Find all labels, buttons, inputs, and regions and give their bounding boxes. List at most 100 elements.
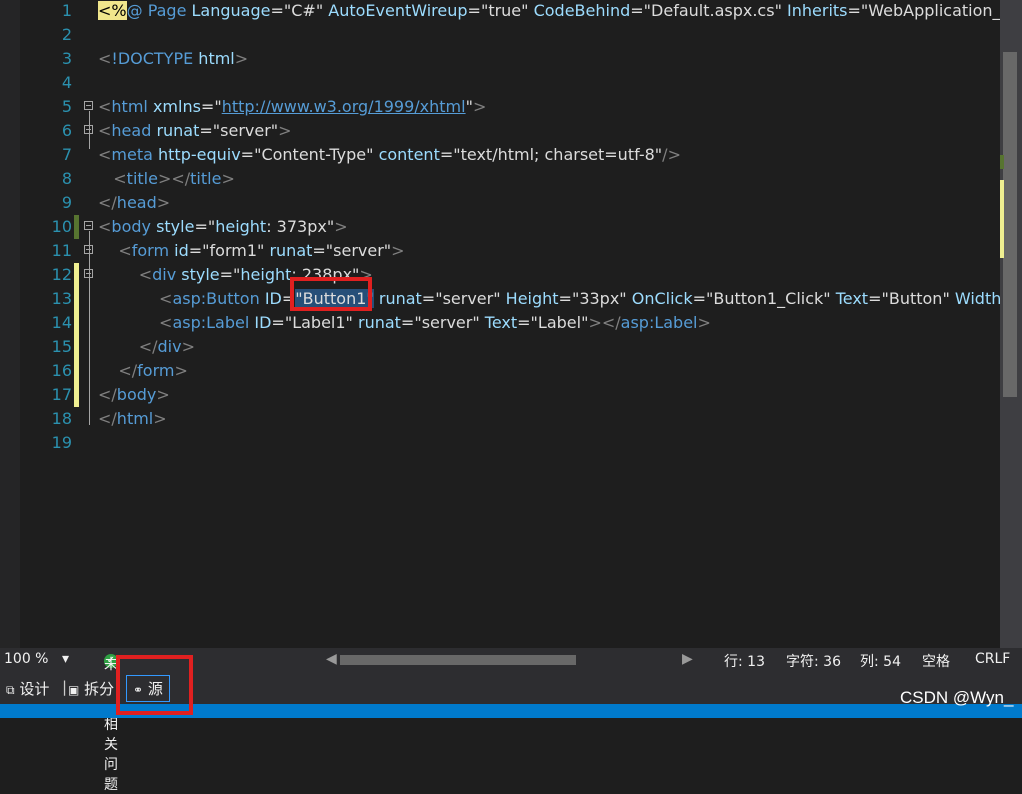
code-line[interactable]: 1 <%@ Page Language="C#" AutoEventWireup=…	[0, 0, 1000, 23]
code-line[interactable]: 11 <form id="form1" runat="server">	[0, 239, 1000, 263]
code-token: ="Label1"	[271, 313, 358, 332]
code-token: body	[111, 217, 157, 236]
code-token: </	[98, 409, 117, 428]
code-token: runat	[156, 121, 200, 140]
line-number: 13	[51, 289, 72, 308]
scroll-left-icon[interactable]: ◀	[326, 651, 337, 667]
code-line[interactable]: 3 <!DOCTYPE html>	[0, 47, 1000, 71]
fold-guide	[89, 279, 90, 353]
design-tab-label: 设计	[19, 680, 50, 698]
line-number: 11	[51, 241, 72, 260]
line-number: 19	[51, 433, 72, 452]
vertical-scroll-thumb[interactable]	[1003, 52, 1017, 397]
line-number: 3	[61, 49, 72, 68]
code-token: runat	[269, 241, 313, 260]
code-token: title	[126, 169, 158, 188]
horizontal-scrollbar[interactable]	[340, 655, 670, 665]
code-text[interactable]: <asp:Button ID="Button1" runat="server" …	[98, 287, 1000, 311]
collapse-icon[interactable]	[84, 221, 93, 230]
code-text[interactable]: <title></title>	[98, 167, 235, 191]
code-token: ="	[200, 97, 222, 116]
zoom-dropdown[interactable]: ▾	[62, 651, 69, 667]
split-tab[interactable]: ▣ 拆分	[68, 678, 114, 699]
code-text[interactable]: </head>	[98, 191, 170, 215]
scroll-right-icon[interactable]: ▶	[682, 651, 693, 667]
code-token: >	[278, 121, 292, 140]
line-ending-indicator[interactable]: CRLF	[975, 651, 1010, 667]
code-token: div	[152, 265, 182, 284]
scrollbar-change-mark	[1000, 180, 1004, 258]
code-token: ="33px"	[558, 289, 632, 308]
line-number: 16	[51, 361, 72, 380]
code-token: height	[215, 217, 267, 236]
code-line[interactable]: 10 <body style="height: 373px">	[0, 215, 1000, 239]
zoom-level[interactable]: 100 %	[4, 651, 48, 667]
code-line[interactable]: 13 <asp:Button ID="Button1" runat="serve…	[0, 287, 1000, 311]
code-token: =	[630, 1, 644, 20]
code-token: ID	[254, 313, 272, 332]
code-text[interactable]: </form>	[98, 359, 188, 383]
code-line[interactable]: 4	[0, 71, 1000, 95]
code-line[interactable]: 14 <asp:Label ID="Label1" runat="server"…	[0, 311, 1000, 335]
code-line[interactable]: 8 <title></title>	[0, 167, 1000, 191]
code-text[interactable]: <!DOCTYPE html>	[98, 47, 248, 71]
code-line[interactable]: 18 </html>	[0, 407, 1000, 431]
line-number: 1	[61, 1, 72, 20]
split-icon: ▣	[68, 683, 80, 697]
char-indicator: 字符: 36	[786, 654, 841, 670]
code-token: <	[98, 217, 112, 236]
code-line[interactable]: 16 </form>	[0, 359, 1000, 383]
code-token: style	[181, 265, 220, 284]
fold-guide	[89, 111, 90, 149]
code-token: runat	[378, 289, 422, 308]
horizontal-scroll-thumb[interactable]	[340, 655, 576, 665]
code-token: "Default.aspx.cs"	[643, 1, 788, 20]
code-line[interactable]: 9 </head>	[0, 191, 1000, 215]
code-text[interactable]: <%@ Page Language="C#" AutoEventWireup="…	[98, 0, 1000, 23]
code-text[interactable]: <form id="form1" runat="server">	[98, 239, 404, 263]
code-line[interactable]: 12 <div style="height: 238px">	[0, 263, 1000, 287]
code-line[interactable]: 6 <head runat="server">	[0, 119, 1000, 143]
change-indicator	[74, 215, 79, 239]
collapse-icon[interactable]	[84, 101, 93, 110]
code-token: ="form1"	[188, 241, 270, 260]
split-tab-label: 拆分	[84, 680, 115, 698]
code-token: form	[131, 241, 175, 260]
code-token: ="server"	[199, 121, 279, 140]
whitespace-indicator[interactable]: 空格	[922, 651, 950, 671]
design-tab[interactable]: ⧉ 设计	[6, 678, 49, 699]
code-line[interactable]: 15 </div>	[0, 335, 1000, 359]
code-text[interactable]: <head runat="server">	[98, 119, 292, 143]
code-text[interactable]: <html xmlns="http://www.w3.org/1999/xhtm…	[98, 95, 486, 119]
code-text[interactable]: </body>	[98, 383, 170, 407]
code-line[interactable]: 2	[0, 23, 1000, 47]
line-number: 2	[61, 25, 72, 44]
code-token: >	[697, 313, 711, 332]
code-text[interactable]: </html>	[98, 407, 167, 431]
code-editor[interactable]: 1 <%@ Page Language="C#" AutoEventWireup=…	[0, 0, 1000, 648]
code-token: meta	[111, 145, 158, 164]
code-token: asp:Label	[620, 313, 698, 332]
code-line[interactable]: 17 </body>	[0, 383, 1000, 407]
code-token: Text	[835, 289, 869, 308]
code-text[interactable]: <asp:Label ID="Label1" runat="server" Te…	[98, 311, 711, 335]
code-text[interactable]: <body style="height: 373px">	[98, 215, 348, 239]
code-token: Inherits	[787, 1, 848, 20]
code-line[interactable]: 19	[0, 431, 1000, 455]
code-token: >	[156, 193, 171, 212]
line-number: 14	[51, 313, 72, 332]
code-text[interactable]: <meta http-equiv="Content-Type" content=…	[98, 143, 681, 167]
code-token: xmlns	[152, 97, 201, 116]
code-token: @ Page	[126, 1, 192, 20]
code-token: Text	[484, 313, 518, 332]
line-number: 6	[61, 121, 72, 140]
code-text[interactable]: </div>	[98, 335, 195, 359]
code-token: title	[190, 169, 222, 188]
code-line[interactable]: 5 <html xmlns="http://www.w3.org/1999/xht…	[0, 95, 1000, 119]
vertical-scrollbar[interactable]	[1000, 0, 1022, 648]
code-line[interactable]: 7 <meta http-equiv="Content-Type" content…	[0, 143, 1000, 167]
